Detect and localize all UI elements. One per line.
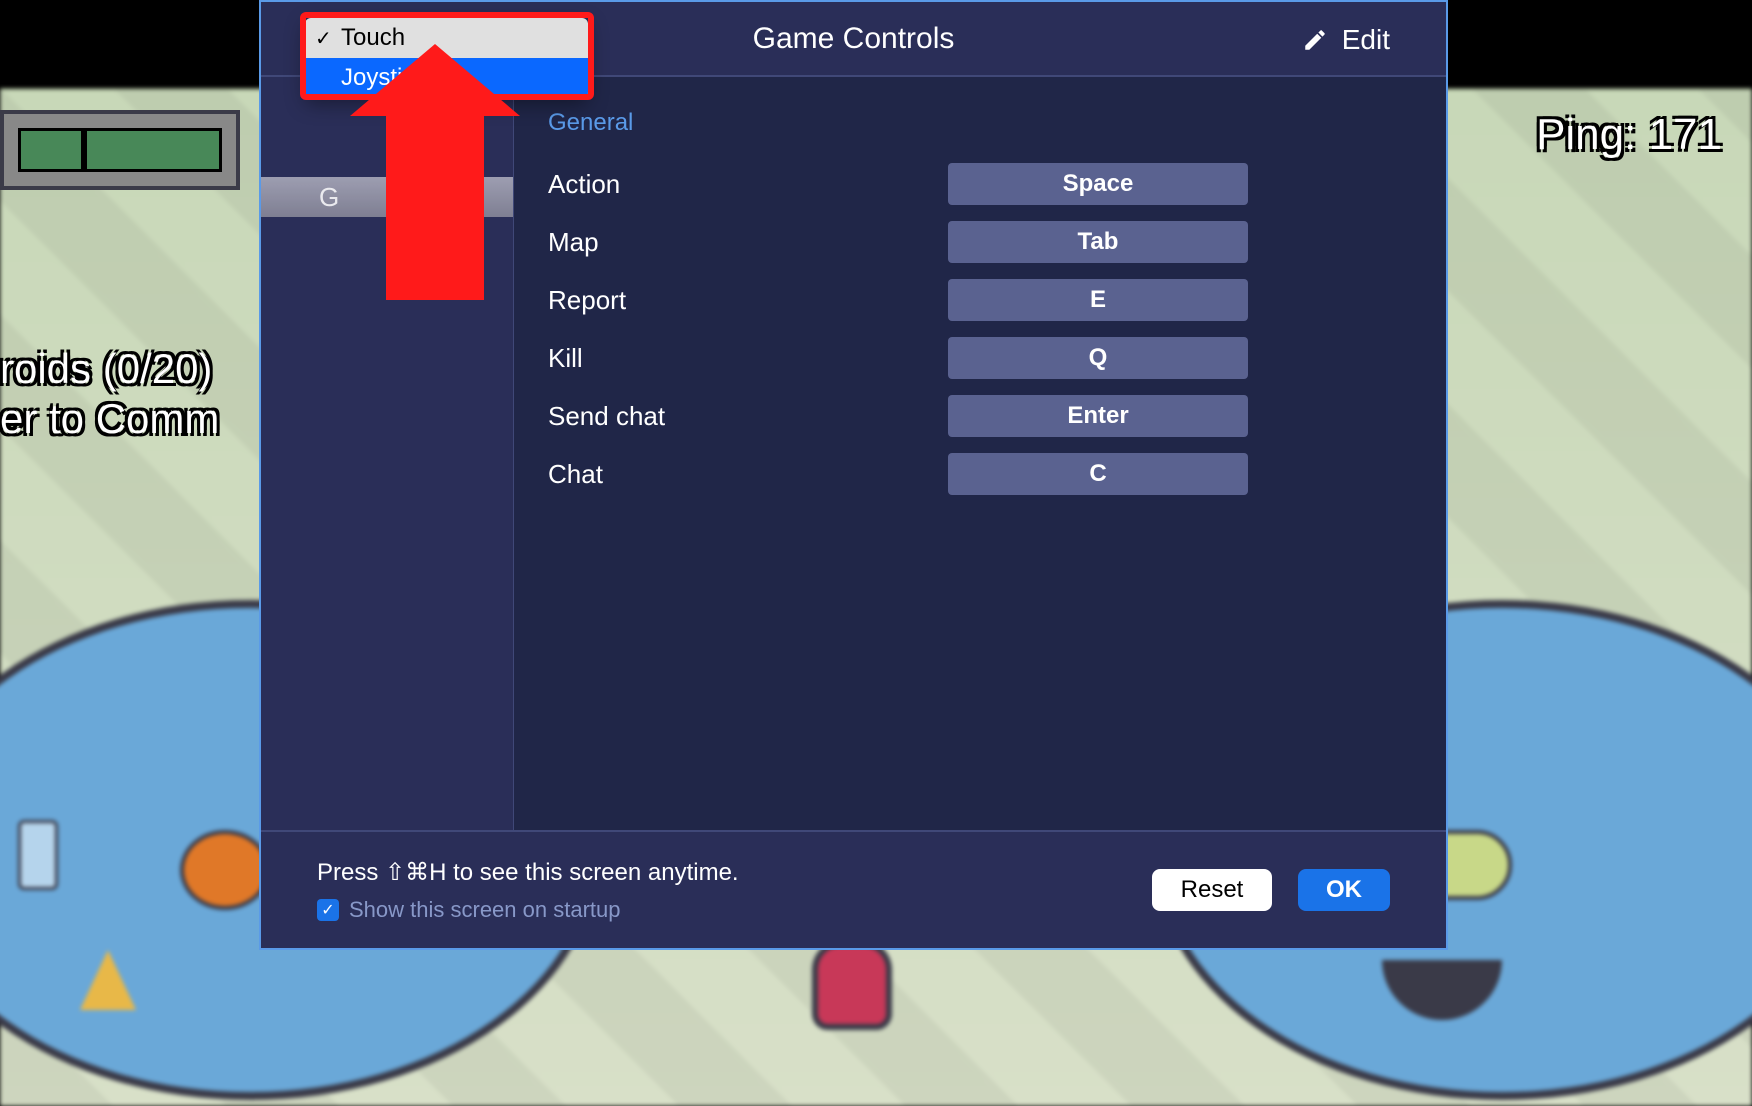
dropdown-item-touch[interactable]: Touch (305, 18, 588, 58)
pizza-prop (80, 950, 136, 1010)
modal-footer: Press ⇧⌘H to see this screen anytime. ✓ … (261, 830, 1446, 948)
binding-row-kill: Kill Q (514, 329, 1446, 387)
reset-button[interactable]: Reset (1152, 869, 1272, 911)
binding-label: Map (548, 227, 948, 258)
binding-row-send-chat: Send chat Enter (514, 387, 1446, 445)
binding-row-report: Report E (514, 271, 1446, 329)
binding-label: Action (548, 169, 948, 200)
game-controls-modal: Game Controls Edit G General Action Spac… (259, 0, 1448, 950)
edit-label: Edit (1342, 24, 1390, 56)
modal-body: G General Action Space Map Tab Report E … (261, 77, 1446, 830)
ping-display: Ping: 171 (1536, 110, 1722, 160)
footer-left: Press ⇧⌘H to see this screen anytime. ✓ … (317, 858, 739, 923)
checkbox-label: Show this screen on startup (349, 897, 620, 923)
startup-checkbox-row[interactable]: ✓ Show this screen on startup (317, 897, 739, 923)
binding-key-chat[interactable]: C (948, 453, 1248, 495)
section-title: General (548, 109, 1412, 137)
task-line-2: er to Comm (0, 395, 219, 443)
ok-button[interactable]: OK (1298, 869, 1390, 911)
binding-label: Send chat (548, 401, 948, 432)
binding-key-report[interactable]: E (948, 279, 1248, 321)
edit-button[interactable]: Edit (1302, 24, 1390, 56)
dropdown-item-joystick[interactable]: Joystick (305, 58, 588, 98)
task-progress-bar (0, 110, 240, 190)
modal-title: Game Controls (753, 22, 955, 56)
scheme-dropdown[interactable]: Touch Joystick (305, 18, 588, 98)
footer-hint: Press ⇧⌘H to see this screen anytime. (317, 858, 739, 887)
task-line-1: roids (0/20) (0, 345, 212, 393)
sidebar-item-general[interactable]: G (261, 177, 513, 217)
content-panel: General Action Space Map Tab Report E Ki… (513, 77, 1446, 830)
pumpkin-prop (180, 830, 270, 910)
binding-key-map[interactable]: Tab (948, 221, 1248, 263)
cup-prop (18, 820, 58, 890)
binding-label: Report (548, 285, 948, 316)
binding-label: Kill (548, 343, 948, 374)
binding-key-action[interactable]: Space (948, 163, 1248, 205)
footer-buttons: Reset OK (1152, 869, 1390, 911)
pencil-icon (1302, 27, 1328, 53)
player-character (812, 940, 892, 1030)
sidebar: G (261, 77, 513, 830)
binding-row-action: Action Space (514, 155, 1446, 213)
binding-key-send-chat[interactable]: Enter (948, 395, 1248, 437)
binding-row-chat: Chat C (514, 445, 1446, 503)
binding-key-kill[interactable]: Q (948, 337, 1248, 379)
binding-row-map: Map Tab (514, 213, 1446, 271)
checkbox-icon[interactable]: ✓ (317, 899, 339, 921)
binding-label: Chat (548, 459, 948, 490)
